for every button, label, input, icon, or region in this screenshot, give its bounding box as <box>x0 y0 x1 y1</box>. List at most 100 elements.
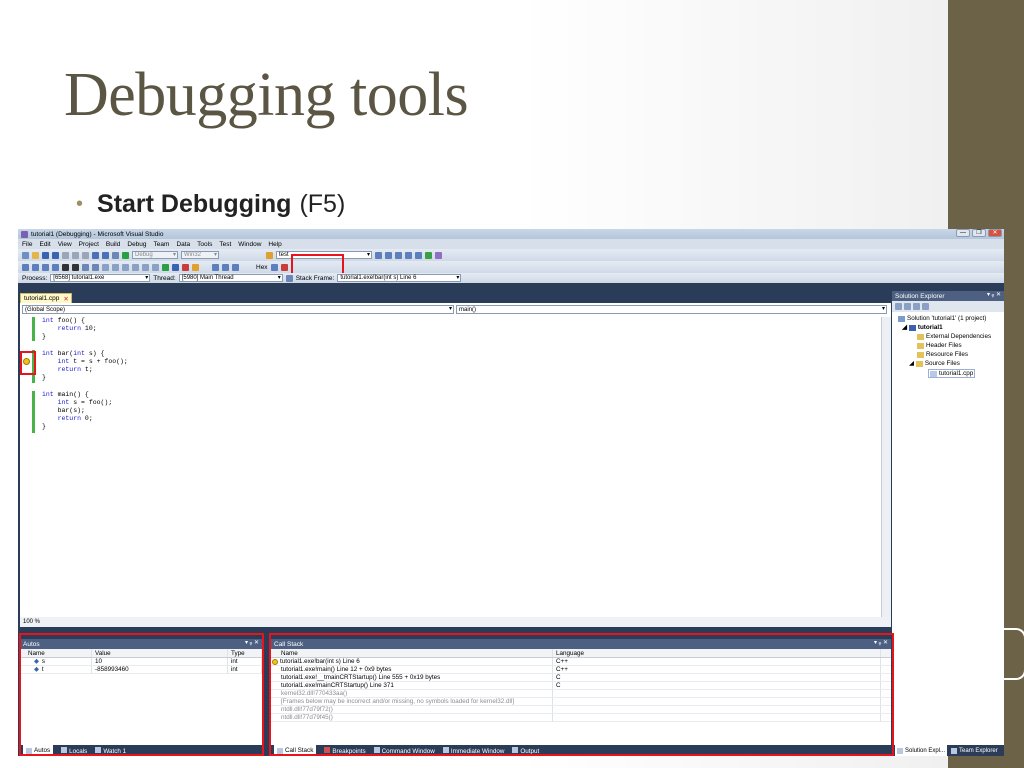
solution-explorer-icon[interactable] <box>385 251 392 259</box>
show-all-files-icon[interactable] <box>904 303 911 310</box>
menu-tools[interactable]: Tools <box>197 241 212 248</box>
find-icon[interactable] <box>266 251 273 259</box>
toolbox-icon[interactable] <box>415 251 422 259</box>
tab-tutorial1-cpp[interactable]: tutorial1.cpp ✕ <box>20 293 72 303</box>
bullet-dot-icon: • <box>76 193 84 215</box>
refresh-icon[interactable] <box>913 303 920 310</box>
text-editor-icon-4[interactable] <box>52 263 59 271</box>
save-all-icon[interactable] <box>52 251 59 259</box>
menu-file[interactable]: File <box>22 241 32 248</box>
debug-toolbar-icon-2[interactable] <box>152 263 159 271</box>
bookmark-icon[interactable] <box>102 263 109 271</box>
new-project-icon[interactable] <box>22 251 29 259</box>
stack-frame-label: Stack Frame: <box>295 274 335 282</box>
navigate-icon[interactable] <box>112 251 119 259</box>
stop-debugging-icon[interactable] <box>182 263 189 271</box>
bullet-text: (F5) <box>299 190 346 218</box>
menu-view[interactable]: View <box>58 241 72 248</box>
project-icon <box>908 324 916 331</box>
restore-button[interactable]: ❐ <box>972 229 986 237</box>
break-all-icon[interactable] <box>172 263 179 271</box>
debug-toolbar-icon-1[interactable] <box>142 263 149 271</box>
platform-combo[interactable]: Win32 <box>181 251 219 259</box>
code-area[interactable]: int foo() { return 10; } int bar(int s) … <box>20 317 880 617</box>
menu-data[interactable]: Data <box>176 241 190 248</box>
cpp-file-icon <box>930 370 937 377</box>
solution-explorer-title: Solution Explorer <box>895 292 945 300</box>
text-editor-icon-2[interactable] <box>32 263 39 271</box>
tree-resource-files[interactable]: Resource Files <box>917 351 968 358</box>
step-over-icon[interactable] <box>222 263 229 271</box>
uncomment-icon[interactable] <box>92 263 99 271</box>
process-label: Process: <box>22 274 48 282</box>
menu-help[interactable]: Help <box>268 241 281 248</box>
undo-icon[interactable] <box>92 251 99 259</box>
editor-vertical-scrollbar[interactable] <box>881 317 891 617</box>
scope-combo[interactable]: (Global Scope) <box>22 305 454 314</box>
tree-project[interactable]: ◢ tutorial1 <box>902 324 943 331</box>
folder-icon <box>917 351 924 358</box>
menu-window[interactable]: Window <box>238 241 261 248</box>
tab-team-explorer[interactable]: Team Explorer <box>951 747 998 754</box>
bookmark-next-icon[interactable] <box>122 263 129 271</box>
configuration-combo[interactable]: Debug <box>132 251 178 259</box>
continue-icon[interactable] <box>162 263 169 271</box>
cut-icon[interactable] <box>62 251 69 259</box>
code-line-2: return 10; <box>57 325 97 332</box>
show-threads-icon[interactable] <box>270 263 278 271</box>
tree-header-files[interactable]: Header Files <box>917 342 962 349</box>
tree-external-dependencies[interactable]: External Dependencies <box>917 333 991 340</box>
menu-project[interactable]: Project <box>79 241 99 248</box>
expand-icon: ◢ <box>902 324 907 331</box>
stack-frame-combo[interactable]: tutorial1.exe!bar(int s) Line 6 <box>337 274 462 282</box>
comment-icon[interactable] <box>82 263 89 271</box>
thread-combo[interactable]: [5980] Main Thread <box>178 274 283 282</box>
step-out-icon[interactable] <box>232 263 239 271</box>
tree-source-files[interactable]: ◢ Source Files <box>909 360 960 367</box>
menu-team[interactable]: Team <box>154 241 170 248</box>
text-editor-icon-3[interactable] <box>42 263 49 271</box>
save-icon[interactable] <box>42 251 49 259</box>
member-combo[interactable]: main() <box>456 305 887 314</box>
debug-toolbar: Hex <box>18 261 1004 273</box>
tree-tutorial1-cpp[interactable]: tutorial1.cpp <box>928 369 976 378</box>
code-line-8: } <box>42 374 46 381</box>
code-editor: (Global Scope) main() int foo() { return… <box>20 303 891 627</box>
copy-icon[interactable] <box>72 251 79 259</box>
code-line-5: int bar(int s) { <box>42 350 105 357</box>
properties-icon[interactable] <box>895 303 902 310</box>
zoom-control[interactable]: 100 % <box>20 617 891 627</box>
tree-solution[interactable]: Solution 'tutorial1' (1 project) <box>898 315 986 322</box>
flag-thread-icon[interactable] <box>285 274 293 282</box>
menu-edit[interactable]: Edit <box>39 241 50 248</box>
redo-icon[interactable] <box>102 251 109 259</box>
step-into-icon[interactable] <box>212 263 219 271</box>
start-debugging-icon[interactable] <box>122 251 129 259</box>
process-combo[interactable]: [6568] tutorial1.exe <box>50 274 151 282</box>
panel-controls[interactable]: ▾ ᵩ ✕ <box>987 291 1001 298</box>
minimize-button[interactable]: — <box>956 229 970 237</box>
indent-decrease-icon[interactable] <box>62 263 69 271</box>
view-class-diagram-icon[interactable] <box>922 303 929 310</box>
object-browser-icon[interactable] <box>405 251 412 259</box>
extension-manager-icon[interactable] <box>435 251 442 259</box>
properties-icon[interactable] <box>395 251 402 259</box>
close-button[interactable]: ✕ <box>988 229 1002 237</box>
start-page-icon[interactable] <box>425 251 432 259</box>
restart-icon[interactable] <box>192 263 199 271</box>
call-stack-highlight <box>269 633 894 756</box>
indent-increase-icon[interactable] <box>72 263 79 271</box>
menu-build[interactable]: Build <box>106 241 120 248</box>
open-file-icon[interactable] <box>32 251 39 259</box>
find-in-files-icon[interactable] <box>375 251 382 259</box>
breakpoints-window-icon[interactable] <box>280 263 288 271</box>
menu-debug[interactable]: Debug <box>127 241 146 248</box>
navigation-bar: (Global Scope) main() <box>20 305 891 315</box>
text-editor-icon-1[interactable] <box>22 263 29 271</box>
bookmark-prev-icon[interactable] <box>112 263 119 271</box>
bookmark-clear-icon[interactable] <box>132 263 139 271</box>
tab-solution-explorer[interactable]: Solution Expl... <box>895 745 948 756</box>
menu-test[interactable]: Test <box>219 241 231 248</box>
paste-icon[interactable] <box>82 251 89 259</box>
close-icon[interactable]: ✕ <box>63 295 68 303</box>
